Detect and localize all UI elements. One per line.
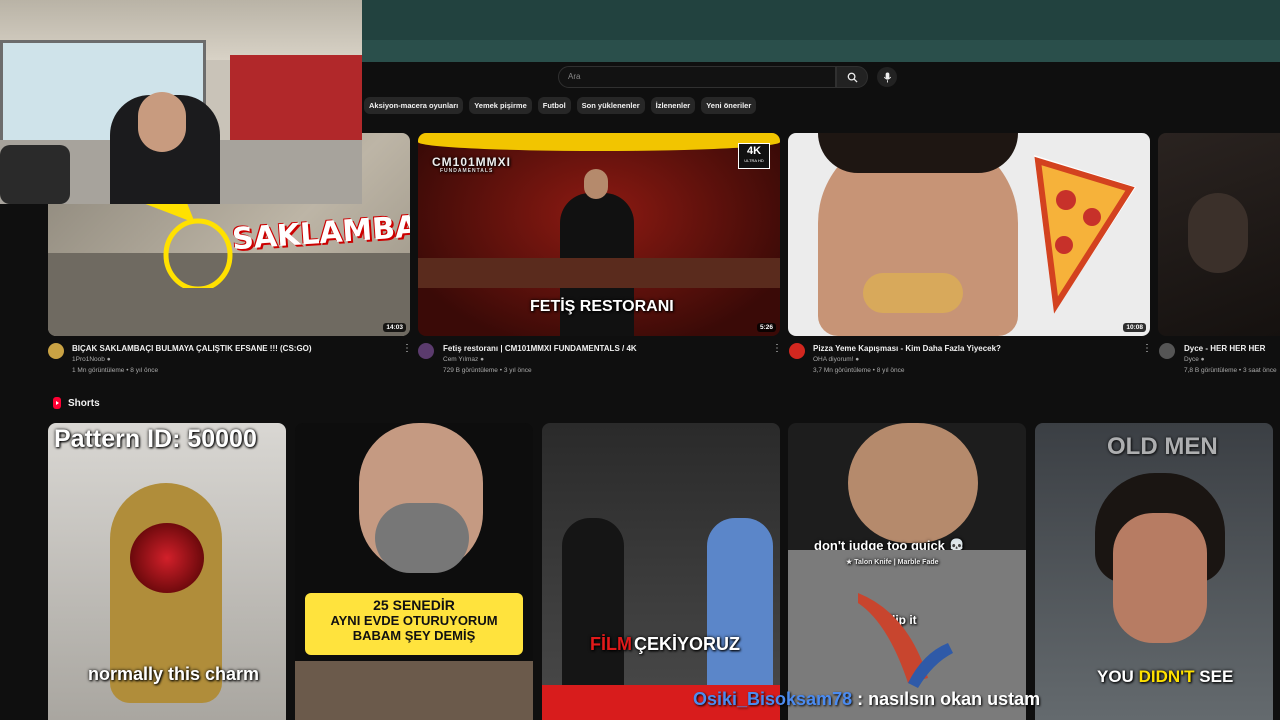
text-card-line1: 25 SENEDİR — [373, 597, 455, 613]
stage-person-right — [707, 518, 773, 688]
video-title[interactable]: Fetiş restoranı | CM101MMXI FUNDAMENTALS… — [443, 344, 763, 353]
video-meta: 729 B görüntüleme • 3 yıl önce — [443, 367, 532, 374]
search-button[interactable] — [836, 66, 868, 88]
more-vert-icon[interactable]: ⋮ — [402, 343, 412, 354]
short-subcaption: ★ Talon Knife | Marble Fade — [846, 559, 939, 566]
chat-username: Osiki_Bisoksam78 — [693, 689, 853, 709]
resolution-badge: 4K ULTRA HD — [738, 143, 770, 169]
shorts-header: Shorts — [52, 397, 100, 409]
room-kitchen — [230, 55, 362, 150]
resolution-badge-sub: ULTRA HD — [744, 158, 764, 163]
streamer-head — [138, 92, 186, 152]
channel-avatar[interactable] — [1159, 343, 1175, 359]
shorts-icon — [53, 397, 61, 409]
gaming-chair — [0, 145, 70, 204]
category-chips: Aksiyon-macera oyunları Yemek pişirme Fu… — [364, 97, 757, 114]
short-overlay-top: OLD MEN — [1107, 433, 1218, 460]
video-title[interactable]: Pizza Yeme Kapışması - Kim Daha Fazla Yi… — [813, 344, 1133, 353]
channel-avatar[interactable] — [789, 343, 805, 359]
channel-avatar[interactable] — [48, 343, 64, 359]
video-meta: 1 Mn görüntüleme • 8 yıl önce — [72, 367, 159, 374]
person-beard — [375, 503, 469, 573]
thumbnail-brand: CM101MMXI — [432, 155, 512, 169]
channel-name[interactable]: Dyce ● — [1184, 356, 1205, 363]
presenter-head — [584, 169, 608, 199]
short-overlay-word3: SEE — [1199, 667, 1234, 686]
thumbnail-brand-sub: FUNDAMENTALS — [440, 168, 494, 174]
thumbnail-overlay-text: FETİŞ RESTORANI — [530, 298, 674, 315]
thumbnail-scene — [418, 133, 780, 151]
short-card[interactable]: OLD MEN YOU DIDN'T SEE — [1035, 423, 1273, 720]
chip-football[interactable]: Futbol — [537, 97, 571, 114]
video-meta: 7,8 B görüntüleme • 3 saat önce — [1184, 367, 1277, 374]
chat-text: : nasılsın okan ustam — [852, 689, 1041, 709]
chip-cooking[interactable]: Yemek pişirme — [469, 97, 532, 114]
short-overlay-top: Pattern ID: 50000 — [54, 425, 257, 453]
search-icon — [847, 72, 858, 83]
pizza-icon — [1034, 155, 1136, 314]
webcam-overlay — [0, 0, 362, 204]
verified-icon: ● — [480, 356, 485, 363]
chip-action-adventure[interactable]: Aksiyon-macera oyunları — [364, 97, 464, 114]
video-duration: 5:26 — [756, 323, 776, 332]
voice-search-button[interactable] — [877, 67, 897, 87]
text-card-line3: BABAM ŞEY DEMİŞ — [352, 628, 476, 643]
channel-name[interactable]: Cem Yılmaz ● — [443, 356, 484, 363]
video-title[interactable]: BIÇAK SAKLAMBAÇI BULMAYA ÇALIŞTIK EFSANE… — [72, 344, 398, 353]
text-card: 25 SENEDİR AYNI EVDE OTURUYORUM BABAM ŞE… — [305, 593, 523, 655]
chip-new-recommendations[interactable]: Yeni öneriler — [701, 97, 757, 114]
channel-name-text[interactable]: Cem Yılmaz — [443, 356, 478, 363]
more-vert-icon[interactable]: ⋮ — [1142, 343, 1152, 354]
video-title[interactable]: Dyce - HER HER HER — [1184, 344, 1280, 353]
channel-name[interactable]: OHA diyorum! ● — [813, 356, 859, 363]
channel-avatar[interactable] — [418, 343, 434, 359]
video-duration: 14:03 — [383, 323, 406, 332]
stage-person-left — [562, 518, 624, 688]
person-face — [1113, 513, 1207, 643]
top-band — [362, 0, 1280, 62]
channel-name-text[interactable]: OHA diyorum! — [813, 356, 853, 363]
video-meta: 3,7 Mn görüntüleme • 8 yıl önce — [813, 367, 905, 374]
chip-recently-uploaded[interactable]: Son yüklenenler — [576, 97, 645, 114]
shorts-title: Shorts — [68, 397, 100, 409]
short-overlay-word2: ÇEKİYORUZ — [634, 634, 741, 654]
verified-icon: ● — [106, 356, 111, 363]
bottom-photo — [295, 661, 533, 720]
channel-name-text[interactable]: Dyce — [1184, 356, 1199, 363]
microphone-icon — [883, 71, 891, 83]
thumbnail-overlay-text: SAKLAMBAÇ — [231, 207, 410, 258]
resolution-badge-label: 4K — [746, 145, 762, 157]
short-overlay-word2: DIDN'T — [1138, 667, 1195, 686]
channel-name[interactable]: 1Pro1Noob ● — [72, 356, 111, 363]
short-card[interactable]: Pattern ID: 50000 normally this charm — [48, 423, 286, 720]
search-input[interactable]: Ara — [558, 66, 836, 88]
chat-message: Osiki_Bisoksam78 : nasılsın okan ustam — [693, 689, 1040, 710]
short-card[interactable]: 25 SENEDİR AYNI EVDE OTURUYORUM BABAM ŞE… — [295, 423, 533, 720]
charm-eye — [130, 523, 204, 593]
knife-graphic — [858, 593, 953, 688]
video-thumbnail[interactable]: CM101MMXI FUNDAMENTALS 4K ULTRA HD FETİŞ… — [418, 133, 780, 336]
more-vert-icon[interactable]: ⋮ — [772, 343, 782, 354]
sandwich — [863, 273, 963, 313]
short-overlay-bottom: YOU DIDN'T SEE — [1097, 667, 1233, 687]
verified-icon: ● — [855, 356, 860, 363]
top-band-stripe — [362, 40, 1280, 62]
text-card-line2: AYNI EVDE OTURUYORUM — [330, 613, 498, 628]
short-overlay-bottom: normally this charm — [88, 664, 260, 684]
short-overlay-word1: FİLM — [590, 634, 632, 654]
video-thumbnail[interactable]: 10:08 — [788, 133, 1150, 336]
highlight-circle — [143, 193, 233, 288]
short-card[interactable]: don't judge too quick 💀 ★ Talon Knife | … — [788, 423, 1026, 720]
channel-name-text[interactable]: 1Pro1Noob — [72, 356, 105, 363]
video-duration: 10:08 — [1123, 323, 1146, 332]
short-card[interactable]: FİLM ÇEKİYORUZ — [542, 423, 780, 720]
person-hair — [818, 133, 1018, 173]
thumbnail-scene — [1188, 193, 1248, 273]
short-overlay-word1: YOU — [1097, 667, 1134, 686]
chip-watched[interactable]: İzlenenler — [650, 97, 696, 114]
verified-icon: ● — [1200, 356, 1205, 363]
person-face — [848, 423, 978, 543]
table-shelf — [418, 258, 780, 288]
video-thumbnail[interactable] — [1158, 133, 1280, 336]
